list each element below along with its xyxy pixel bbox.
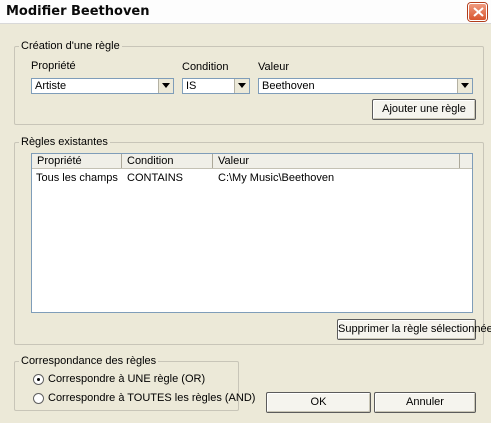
- match-any-label[interactable]: Correspondre à UNE règle (OR): [48, 373, 205, 385]
- property-select-value: Artiste: [35, 80, 67, 92]
- value-label: Valeur: [258, 61, 289, 73]
- window-title: Modifier Beethoven: [6, 4, 150, 19]
- delete-selected-rule-button[interactable]: Supprimer la règle sélectionnée: [337, 319, 491, 340]
- row-property: Tous les champs: [36, 172, 118, 184]
- column-header-filler: [460, 154, 472, 168]
- cancel-button[interactable]: Annuler: [374, 392, 476, 413]
- rules-list[interactable]: Propriété Condition Valeur Tous les cham…: [31, 153, 473, 313]
- ok-button[interactable]: OK: [266, 392, 371, 413]
- property-select-arrow[interactable]: [158, 79, 173, 93]
- condition-select-value: IS: [186, 80, 197, 92]
- column-header-condition[interactable]: Condition: [122, 154, 213, 168]
- chevron-down-icon: [238, 83, 246, 88]
- match-all-radio[interactable]: [33, 393, 44, 404]
- row-value: C:\My Music\Beethoven: [218, 172, 335, 184]
- dialog-window: Modifier Beethoven Création d'une règle …: [0, 0, 491, 423]
- value-select-value: Beethoven: [262, 80, 315, 92]
- row-condition: CONTAINS: [127, 172, 184, 184]
- chevron-down-icon: [162, 83, 170, 88]
- table-row[interactable]: Tous les champs CONTAINS C:\My Music\Bee…: [32, 172, 472, 186]
- condition-select[interactable]: IS: [182, 78, 250, 94]
- rules-list-header: Propriété Condition Valeur: [32, 154, 472, 169]
- value-select-arrow[interactable]: [457, 79, 472, 93]
- match-any-radio[interactable]: [33, 374, 44, 385]
- column-header-value[interactable]: Valeur: [213, 154, 460, 168]
- matching-legend: Correspondance des règles: [21, 355, 157, 367]
- existing-rules-legend: Règles existantes: [21, 136, 108, 148]
- close-button[interactable]: [468, 3, 487, 21]
- rule-creation-legend: Création d'une règle: [21, 40, 120, 52]
- property-label: Propriété: [31, 60, 76, 72]
- match-all-label[interactable]: Correspondre à TOUTES les règles (AND): [48, 392, 255, 404]
- title-bar[interactable]: Modifier Beethoven: [0, 0, 491, 24]
- condition-select-arrow[interactable]: [234, 79, 249, 93]
- property-select[interactable]: Artiste: [31, 78, 174, 94]
- close-icon: [473, 7, 484, 17]
- value-select[interactable]: Beethoven: [258, 78, 473, 94]
- condition-label: Condition: [182, 61, 229, 73]
- add-rule-button[interactable]: Ajouter une règle: [372, 99, 476, 120]
- chevron-down-icon: [461, 83, 469, 88]
- column-header-property[interactable]: Propriété: [32, 154, 122, 168]
- match-any-radio-dot: [37, 378, 40, 381]
